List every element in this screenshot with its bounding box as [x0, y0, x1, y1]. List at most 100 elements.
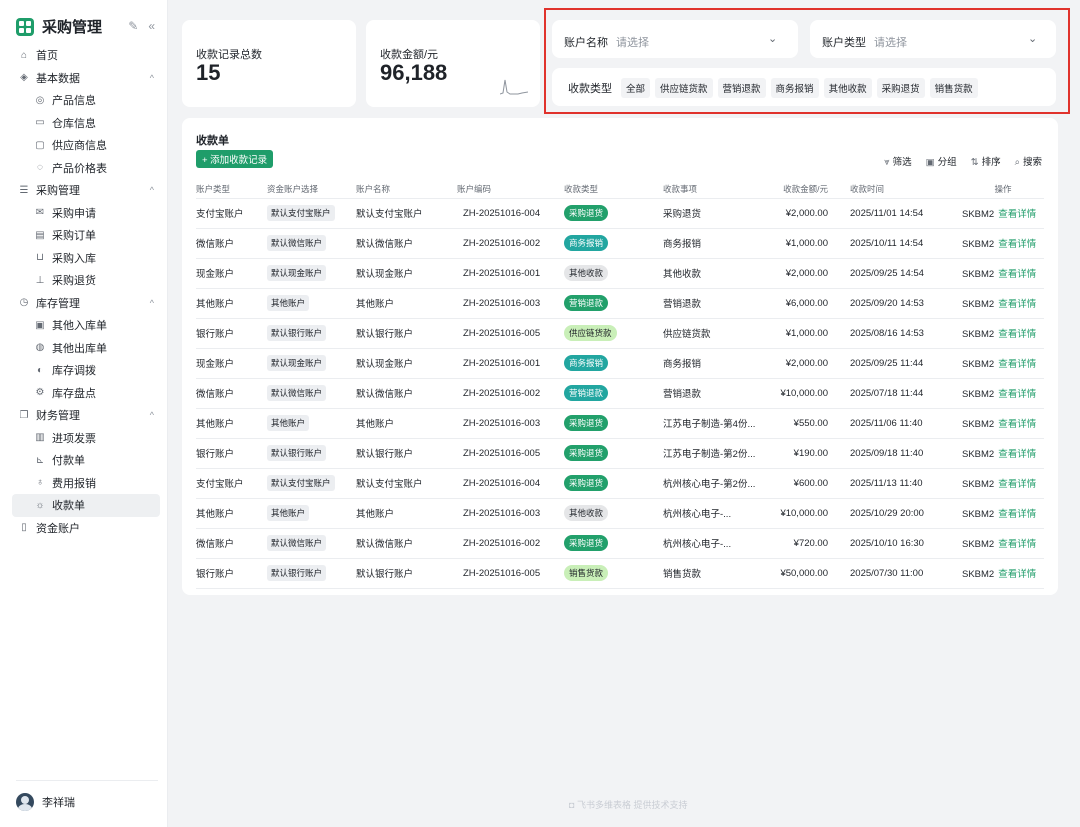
sidebar-item-8[interactable]: ▤ 采购订单	[12, 224, 160, 247]
view-detail-link[interactable]: 查看详情	[998, 239, 1036, 250]
sidebar-item-17[interactable]: ▥ 进项发票	[12, 427, 160, 450]
receipt-type-badge: 采购退货	[564, 475, 609, 491]
toolbar-group-button[interactable]: ▣ 分组	[926, 154, 957, 168]
view-detail-link[interactable]: 查看详情	[998, 569, 1036, 580]
column-header[interactable]: 账户类型	[196, 180, 267, 199]
sidebar-item-0[interactable]: ⌂ 首页	[12, 44, 160, 67]
column-header[interactable]: 操作	[962, 180, 1044, 199]
edit-icon[interactable]: ✎	[128, 19, 138, 33]
view-detail-link[interactable]: 查看详情	[998, 389, 1036, 400]
chevron-up-icon[interactable]: ^	[150, 73, 154, 83]
sidebar-item-11[interactable]: ◷ 库存管理 ^	[12, 292, 160, 315]
sidebar-item-label: 库存管理	[36, 297, 80, 310]
table-row[interactable]: 微信账户 默认微信账户 默认微信账户 ZH-20251016-002 商务报销 商务报销 ¥…	[196, 228, 1044, 259]
cell-receipt-type: 商务报销	[564, 348, 663, 379]
sidebar-item-12[interactable]: ▣ 其他入库单	[12, 314, 160, 337]
toolbar-sort-button[interactable]: ⇅ 排序	[971, 154, 1001, 168]
return-icon: ⊥	[35, 274, 45, 286]
table-row[interactable]: 支付宝账户 默认支付宝账户 默认支付宝账户 ZH-20251016-004 采购退货 采购…	[196, 198, 1044, 229]
view-detail-link[interactable]: 查看详情	[998, 539, 1036, 550]
sidebar-item-4[interactable]: ▢ 供应商信息	[12, 134, 160, 157]
cell-receipt-type: 商务报销	[564, 228, 663, 259]
cell-actions: SKBM2 查看详情	[962, 288, 1044, 319]
column-header[interactable]: 账户编码	[457, 180, 564, 199]
table-row[interactable]: 现金账户 默认现金账户 默认现金账户 ZH-20251016-001 商务报销 商务报销 ¥…	[196, 348, 1044, 379]
chevron-up-icon[interactable]: ^	[150, 185, 154, 195]
sidebar-item-5[interactable]: ◌ 产品价格表	[12, 157, 160, 180]
sidebar-item-3[interactable]: ▭ 仓库信息	[12, 112, 160, 135]
sidebar-item-7[interactable]: ✉ 采购申请	[12, 202, 160, 225]
chevron-up-icon[interactable]: ^	[150, 410, 154, 420]
table-row[interactable]: 银行账户 默认银行账户 默认银行账户 ZH-20251016-005 供应链货款 供应链货…	[196, 318, 1044, 349]
cell-account-type: 其他账户	[196, 408, 267, 439]
view-detail-link[interactable]: 查看详情	[998, 359, 1036, 370]
cell-receipt-item: 商务报销	[663, 348, 766, 379]
sidebar-item-13[interactable]: ◍ 其他出库单	[12, 337, 160, 360]
cell-receipt-type: 营销退款	[564, 378, 663, 409]
table-row[interactable]: 其他账户 其他账户 其他账户 ZH-20251016-003 其他收款 杭州核心电子-..…	[196, 498, 1044, 529]
add-receipt-button[interactable]: + 添加收款记录	[196, 150, 274, 168]
cell-time: 2025/11/01 14:54	[850, 198, 962, 229]
cell-actions: SKBM2 查看详情	[962, 258, 1044, 289]
sidebar-item-19[interactable]: ♁ 费用报销	[12, 472, 160, 495]
receipts-table: 账户类型 资金账户选择 账户名称 账户编码 收款类型 收款事项 收款金额/元 收款时间 操作 支…	[196, 180, 1044, 589]
view-detail-link[interactable]: 查看详情	[998, 209, 1036, 220]
column-header[interactable]: 收款金额/元	[766, 180, 850, 199]
cell-actions: SKBM2 查看详情	[962, 528, 1044, 559]
table-row[interactable]: 银行账户 默认银行账户 默认银行账户 ZH-20251016-005 采购退货 江苏电子制…	[196, 438, 1044, 469]
table-row[interactable]: 其他账户 其他账户 其他账户 ZH-20251016-003 采购退货 江苏电子制造-第4…	[196, 408, 1044, 439]
cell-account-type: 银行账户	[196, 438, 267, 469]
view-detail-link[interactable]: 查看详情	[998, 329, 1036, 340]
view-detail-link[interactable]: 查看详情	[998, 479, 1036, 490]
sidebar-item-label: 采购入库	[52, 252, 96, 265]
toolbar-search-button[interactable]: ⌕ 搜索	[1015, 154, 1042, 168]
sidebar-item-20[interactable]: ☼ 收款单	[12, 494, 160, 517]
app-logo-icon	[16, 17, 34, 36]
view-detail-link[interactable]: 查看详情	[998, 509, 1036, 520]
table-row[interactable]: 支付宝账户 默认支付宝账户 默认支付宝账户 ZH-20251016-004 采购退货 杭州…	[196, 468, 1044, 499]
stat-card-amount: 收款金额/元 96,188	[366, 20, 540, 107]
table-header-row: 账户类型 资金账户选择 账户名称 账户编码 收款类型 收款事项 收款金额/元 收款时间 操作	[196, 180, 1044, 199]
sidebar-item-14[interactable]: ◐ 库存调拨	[12, 359, 160, 382]
column-header[interactable]: 收款类型	[564, 180, 663, 199]
sidebar-item-1[interactable]: ◈ 基本数据 ^	[12, 67, 160, 90]
view-detail-link[interactable]: 查看详情	[998, 449, 1036, 460]
sidebar-item-9[interactable]: ⊔ 采购入库	[12, 247, 160, 270]
table-row[interactable]: 微信账户 默认微信账户 默认微信账户 ZH-20251016-002 采购退货 杭州核心电…	[196, 528, 1044, 559]
sidebar-item-16[interactable]: ❐ 财务管理 ^	[12, 404, 160, 427]
user-profile[interactable]: 李祥瑞	[16, 780, 158, 811]
cell-account-name: 默认现金账户	[356, 348, 457, 379]
table-row[interactable]: 现金账户 默认现金账户 默认现金账户 ZH-20251016-001 其他收款 其他收款 ¥…	[196, 258, 1044, 289]
chevron-up-icon[interactable]: ^	[150, 298, 154, 308]
cell-account-name: 其他账户	[356, 288, 457, 319]
view-detail-link[interactable]: 查看详情	[998, 419, 1036, 430]
table-row[interactable]: 微信账户 默认微信账户 默认微信账户 ZH-20251016-002 营销退款 营销退款 ¥…	[196, 378, 1044, 409]
cell-account-name: 默认银行账户	[356, 558, 457, 589]
receipt-type-badge: 其他收款	[564, 505, 609, 521]
cell-receipt-type: 销售货款	[564, 558, 663, 589]
sidebar-item-10[interactable]: ⊥ 采购退货	[12, 269, 160, 292]
view-detail-link[interactable]: 查看详情	[998, 299, 1036, 310]
view-detail-link[interactable]: 查看详情	[998, 269, 1036, 280]
cell-actions: SKBM2 查看详情	[962, 228, 1044, 259]
column-header[interactable]: 资金账户选择	[267, 180, 356, 199]
receipt-code: SKBM2	[962, 359, 995, 370]
sidebar-item-21[interactable]: ▯ 资金账户	[12, 517, 160, 540]
column-header[interactable]: 收款事项	[663, 180, 766, 199]
feishu-logo-icon: ◘	[569, 800, 577, 810]
column-header[interactable]: 账户名称	[356, 180, 457, 199]
cell-receipt-item: 其他收款	[663, 258, 766, 289]
collapse-sidebar-icon[interactable]: «	[148, 19, 155, 33]
table-row[interactable]: 银行账户 默认银行账户 默认银行账户 ZH-20251016-005 销售货款 销售货款 ¥…	[196, 558, 1044, 589]
table-row[interactable]: 其他账户 其他账户 其他账户 ZH-20251016-003 营销退款 营销退款 ¥6,00…	[196, 288, 1044, 319]
sidebar-item-2[interactable]: ◎ 产品信息	[12, 89, 160, 112]
sidebar-item-18[interactable]: ⊾ 付款单	[12, 449, 160, 472]
cell-actions: SKBM2 查看详情	[962, 198, 1044, 229]
group-icon: ▣	[925, 157, 935, 168]
cell-receipt-item: 江苏电子制造-第4份...	[663, 408, 766, 439]
column-header[interactable]: 收款时间	[850, 180, 962, 199]
sidebar-item-6[interactable]: ☰ 采购管理 ^	[12, 179, 160, 202]
toolbar-filter-button[interactable]: ⩔ 筛选	[884, 154, 911, 168]
fund-account-chip: 默认支付宝账户	[267, 205, 335, 221]
sidebar-item-15[interactable]: ⚙ 库存盘点	[12, 382, 160, 405]
